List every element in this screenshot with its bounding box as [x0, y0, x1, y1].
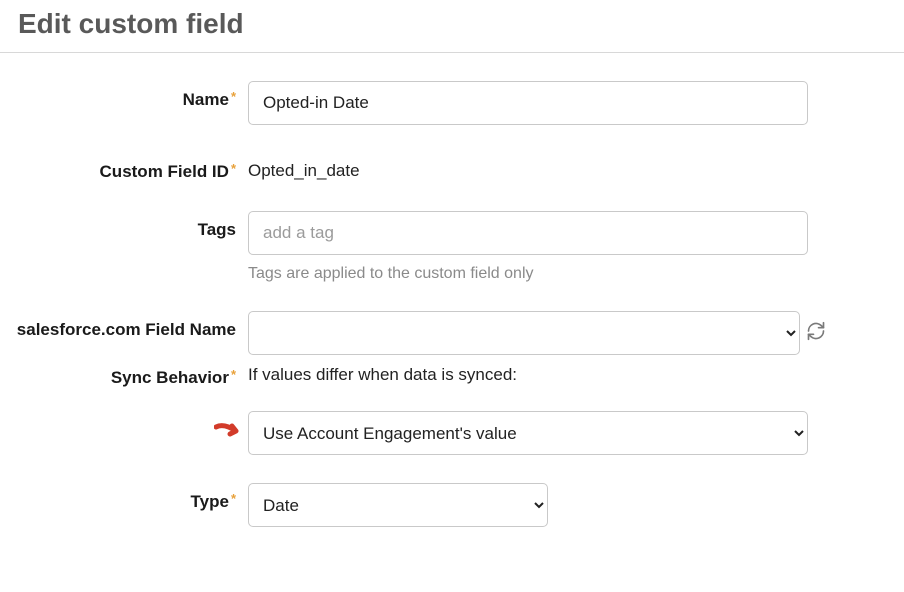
row-name: Name*	[0, 81, 872, 125]
label-empty-sync	[0, 411, 248, 419]
control-sync-behavior-desc: If values differ when data is synced:	[248, 365, 872, 385]
sync-behavior-description: If values differ when data is synced:	[248, 365, 872, 385]
edit-custom-field-form: Name* Custom Field ID* Opted_in_date Tag…	[0, 53, 904, 527]
required-asterisk-icon: *	[231, 89, 236, 104]
row-sync-behavior-select: Use Account Engagement's value	[0, 411, 872, 455]
type-select[interactable]: Date	[248, 483, 548, 527]
label-tags: Tags	[0, 211, 248, 241]
row-sync-behavior-label: Sync Behavior* If values differ when dat…	[0, 365, 872, 389]
row-type: Type* Date	[0, 483, 872, 527]
label-tags-text: Tags	[198, 220, 236, 239]
refresh-icon[interactable]	[806, 321, 826, 346]
tags-help-text: Tags are applied to the custom field onl…	[248, 265, 872, 283]
label-name: Name*	[0, 81, 248, 111]
control-salesforce-field-name	[248, 311, 872, 355]
row-salesforce-field-name: salesforce.com Field Name	[0, 311, 872, 355]
control-type: Date	[248, 483, 872, 527]
sync-behavior-select[interactable]: Use Account Engagement's value	[248, 411, 808, 455]
salesforce-field-name-select[interactable]	[248, 311, 800, 355]
required-asterisk-icon: *	[231, 491, 236, 506]
page-title: Edit custom field	[0, 0, 904, 53]
control-name	[248, 81, 872, 125]
control-custom-field-id: Opted_in_date	[248, 153, 872, 181]
label-name-text: Name	[183, 90, 229, 109]
label-type-text: Type	[191, 492, 229, 511]
required-asterisk-icon: *	[231, 367, 236, 382]
label-salesforce-field-name: salesforce.com Field Name	[0, 311, 248, 341]
label-sync-behavior-text: Sync Behavior	[111, 368, 229, 387]
tags-input[interactable]	[248, 211, 808, 255]
label-salesforce-field-name-text: salesforce.com Field Name	[17, 320, 236, 339]
row-custom-field-id: Custom Field ID* Opted_in_date	[0, 153, 872, 183]
required-asterisk-icon: *	[231, 161, 236, 176]
label-custom-field-id-text: Custom Field ID	[100, 162, 229, 181]
arrow-annotation-icon	[214, 419, 244, 450]
row-tags: Tags Tags are applied to the custom fiel…	[0, 211, 872, 283]
control-tags: Tags are applied to the custom field onl…	[248, 211, 872, 283]
label-sync-behavior: Sync Behavior*	[0, 365, 248, 389]
label-type: Type*	[0, 483, 248, 513]
control-sync-behavior-select: Use Account Engagement's value	[248, 411, 872, 455]
name-input[interactable]	[248, 81, 808, 125]
label-custom-field-id: Custom Field ID*	[0, 153, 248, 183]
custom-field-id-value: Opted_in_date	[248, 153, 872, 181]
